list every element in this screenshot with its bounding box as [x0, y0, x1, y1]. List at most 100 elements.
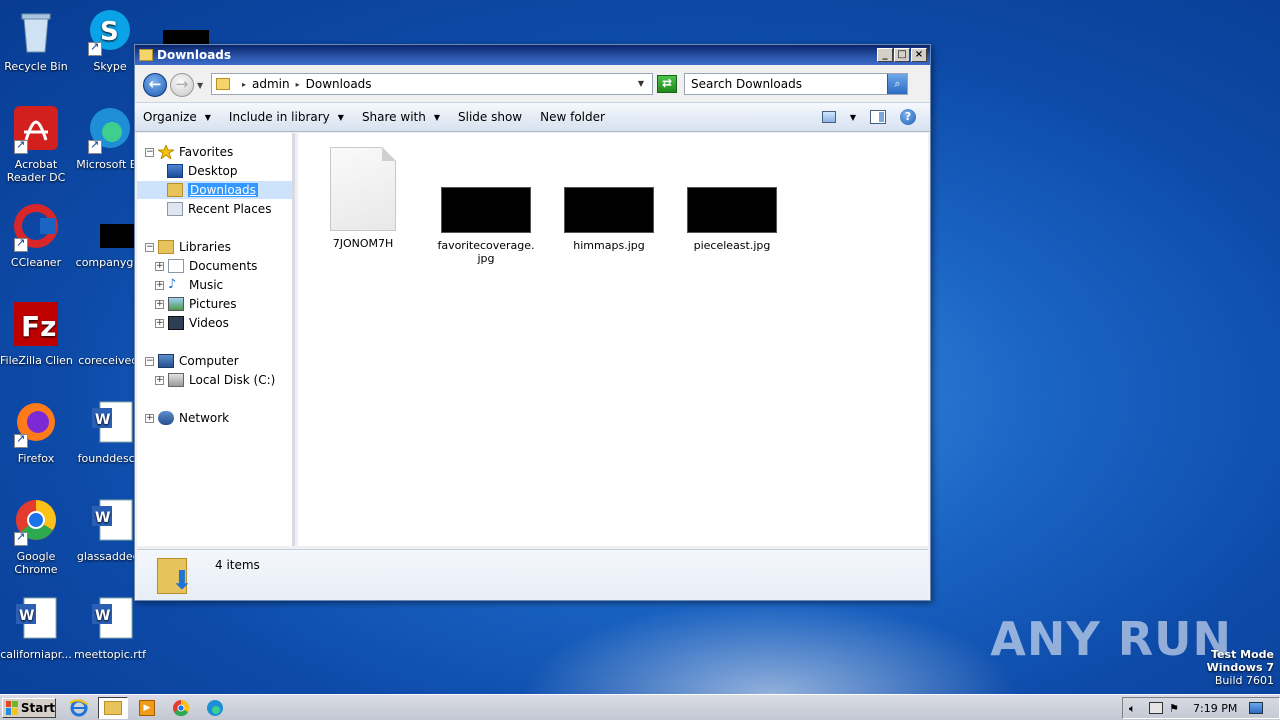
- shortcut-arrow-icon: [88, 138, 102, 154]
- hard-drive-icon: [168, 373, 184, 387]
- taskbar-ie-icon[interactable]: [64, 697, 94, 719]
- windows-logo-icon: [6, 700, 18, 715]
- svg-text:W: W: [19, 608, 34, 624]
- desktop-icon-californiapr[interactable]: W californiapr...: [0, 596, 72, 661]
- desktop-icon-label: CCleaner: [10, 256, 62, 269]
- taskbar-chrome-icon[interactable]: [166, 697, 196, 719]
- network-tray-icon[interactable]: [1149, 702, 1163, 714]
- desktop-icon-chrome[interactable]: Google Chrome: [0, 498, 72, 576]
- system-tray: 🔈︎ ⚑ 7:19 PM: [1122, 697, 1280, 719]
- expand-icon[interactable]: +: [155, 375, 164, 385]
- navigation-pane[interactable]: − Favorites Desktop Downloads Recent Pla…: [137, 133, 295, 546]
- tree-item-pictures[interactable]: + Pictures: [155, 295, 237, 313]
- expand-icon[interactable]: +: [155, 318, 164, 328]
- show-desktop-icon[interactable]: [1249, 702, 1264, 714]
- expand-icon[interactable]: +: [145, 413, 154, 423]
- breadcrumb-admin[interactable]: admin: [252, 77, 290, 91]
- expand-icon[interactable]: +: [155, 280, 164, 290]
- help-icon[interactable]: ?: [900, 109, 916, 125]
- address-dropdown-icon[interactable]: ▼: [638, 79, 644, 88]
- test-mode-notice: Test Mode Windows 7 Build 7601: [1207, 648, 1274, 687]
- tree-item-favorites[interactable]: − Favorites: [145, 143, 233, 161]
- recent-pages-chevron-icon[interactable]: ▼: [197, 81, 203, 90]
- address-input[interactable]: ▸ admin ▸ Downloads ▼: [211, 73, 653, 95]
- start-button[interactable]: Start: [2, 697, 56, 718]
- taskbar-explorer-icon[interactable]: [98, 696, 128, 719]
- search-input[interactable]: Search Downloads ⌕: [684, 73, 908, 95]
- expand-icon[interactable]: +: [155, 261, 164, 271]
- desktop-icon-acrobat[interactable]: Acrobat Reader DC: [0, 106, 72, 184]
- minimize-button[interactable]: _: [877, 48, 893, 62]
- details-pane: ⬇ 4 items: [137, 549, 928, 600]
- taskbar-edge-icon[interactable]: [200, 697, 230, 719]
- close-button[interactable]: ×: [911, 48, 927, 62]
- slide-show-button[interactable]: Slide show: [458, 110, 522, 124]
- recycle-bin-icon: [12, 8, 60, 56]
- desktop-icon-firefox[interactable]: Firefox: [0, 400, 72, 465]
- new-folder-button[interactable]: New folder: [540, 110, 605, 124]
- search-icon[interactable]: ⌕: [887, 74, 907, 94]
- desktop-icon-filezilla[interactable]: Fz FileZilla Client: [0, 302, 72, 367]
- command-bar: Organize ▼ Include in library ▼ Share with…: [135, 102, 930, 132]
- file-name: 7JONOM7H: [332, 237, 394, 250]
- breadcrumb-downloads[interactable]: Downloads: [306, 77, 372, 91]
- file-list-pane[interactable]: 7JONOM7H favoritecoverage.jpg himmaps.jp…: [298, 133, 928, 546]
- tree-item-videos[interactable]: + Videos: [155, 314, 229, 332]
- preview-pane-icon[interactable]: [870, 110, 886, 124]
- share-with-button[interactable]: Share with ▼: [362, 110, 440, 124]
- desktop-icon-recycle-bin[interactable]: Recycle Bin: [0, 8, 72, 73]
- view-chevron-down-icon[interactable]: ▼: [850, 113, 856, 122]
- change-view-icon[interactable]: [821, 111, 836, 123]
- breadcrumb-chevron-icon[interactable]: ▸: [242, 80, 246, 89]
- expand-icon[interactable]: +: [155, 299, 164, 309]
- window-titlebar[interactable]: Downloads: [135, 45, 930, 65]
- speaker-icon[interactable]: 🔈︎: [1129, 702, 1143, 715]
- forward-arrow-icon[interactable]: →: [170, 73, 194, 97]
- maximize-button[interactable]: □: [894, 48, 910, 62]
- desktop-icon-ccleaner[interactable]: CCleaner: [0, 204, 72, 269]
- back-arrow-icon[interactable]: ←: [143, 73, 167, 97]
- folder-icon: [139, 49, 153, 61]
- collapse-icon[interactable]: −: [145, 356, 154, 366]
- desktop-redacted-block: [163, 30, 209, 44]
- desktop-icon-label: Acrobat: [14, 158, 58, 171]
- pictures-icon: [168, 297, 184, 311]
- shortcut-arrow-icon: [14, 432, 28, 448]
- clock[interactable]: 7:19 PM: [1193, 702, 1237, 715]
- share-label: Share with: [361, 110, 426, 124]
- tree-label: Videos: [189, 316, 229, 330]
- tree-label: Libraries: [179, 240, 231, 254]
- tree-item-local-disk[interactable]: + Local Disk (C:): [155, 371, 275, 389]
- tree-item-desktop[interactable]: Desktop: [167, 162, 238, 180]
- file-item[interactable]: favoritecoverage.jpg: [436, 187, 536, 265]
- breadcrumb-chevron-icon[interactable]: ▸: [296, 80, 300, 89]
- file-item[interactable]: himmaps.jpg: [559, 187, 659, 252]
- collapse-icon[interactable]: −: [145, 242, 154, 252]
- tree-item-documents[interactable]: + Documents: [155, 257, 257, 275]
- tree-item-libraries[interactable]: − Libraries: [145, 238, 231, 256]
- flag-icon[interactable]: ⚑: [1169, 702, 1183, 715]
- refresh-button[interactable]: ⇄: [657, 75, 677, 93]
- tree-item-computer[interactable]: − Computer: [145, 352, 239, 370]
- collapse-icon[interactable]: −: [145, 147, 154, 157]
- tree-item-recent-places[interactable]: Recent Places: [167, 200, 271, 218]
- documents-icon: [168, 259, 184, 273]
- include-in-library-button[interactable]: Include in library ▼: [229, 110, 344, 124]
- item-count: 4 items: [215, 558, 260, 572]
- image-thumbnail: [564, 187, 654, 233]
- desktop-icon-label: meettopic.rtf: [74, 648, 146, 661]
- taskbar-media-player-icon[interactable]: ▶: [132, 697, 162, 719]
- tree-item-network[interactable]: + Network: [145, 409, 229, 427]
- file-item[interactable]: pieceleast.jpg: [682, 187, 782, 252]
- libraries-icon: [158, 240, 174, 254]
- desktop-icon: [167, 164, 183, 178]
- tree-item-music[interactable]: + ♪ Music: [155, 276, 223, 294]
- file-item[interactable]: 7JONOM7H: [313, 147, 413, 250]
- desktop-icon-label-line2: Reader DC: [6, 171, 66, 184]
- svg-text:S: S: [100, 17, 119, 47]
- tree-label: Recent Places: [188, 202, 272, 216]
- organize-button[interactable]: Organize ▼: [143, 110, 211, 124]
- desktop-icon-meettopic[interactable]: W meettopic.rtf: [74, 596, 146, 661]
- tree-label: Local Disk (C:): [189, 373, 276, 387]
- tree-item-downloads[interactable]: Downloads: [137, 181, 292, 199]
